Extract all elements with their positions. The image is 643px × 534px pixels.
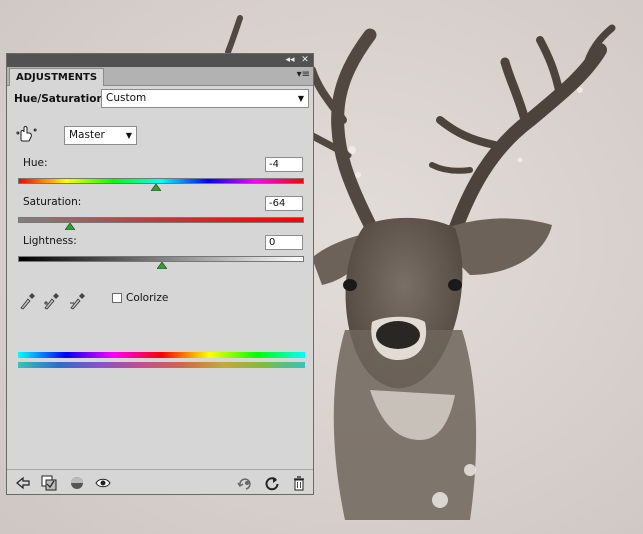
trash-icon[interactable]	[291, 475, 307, 491]
eyedropper-icon[interactable]	[19, 292, 35, 310]
hue-value-field[interactable]: -4	[265, 157, 303, 172]
panel-bottom-toolbar	[7, 469, 313, 496]
clip-to-layer-icon[interactable]	[41, 475, 57, 491]
output-color-bar	[18, 362, 305, 368]
preset-dropdown[interactable]: Custom ▼	[101, 89, 309, 108]
saturation-label: Saturation:	[23, 196, 82, 208]
panel-tabbar: ADJUSTMENTS ▾≡	[7, 67, 313, 86]
eye-icon[interactable]	[95, 475, 111, 491]
lightness-slider-thumb[interactable]	[157, 262, 167, 269]
channel-dropdown[interactable]: Master ▼	[64, 126, 137, 145]
hue-label: Hue:	[23, 157, 48, 169]
view-previous-icon[interactable]	[237, 475, 253, 491]
saturation-slider-thumb[interactable]	[65, 223, 75, 230]
collapse-icon[interactable]: ◂◂	[283, 54, 297, 67]
hue-slider-track[interactable]	[18, 178, 304, 184]
adjustment-title: Hue/Saturation	[14, 93, 104, 105]
colorize-label: Colorize	[126, 292, 169, 304]
adjustments-panel: ◂◂ ✕ ADJUSTMENTS ▾≡ Hue/Saturation Custo…	[6, 53, 314, 495]
lightness-label: Lightness:	[23, 235, 77, 247]
saturation-value-field[interactable]: -64	[265, 196, 303, 211]
hue-slider-thumb[interactable]	[151, 184, 161, 191]
back-arrow-icon[interactable]	[15, 475, 31, 491]
input-color-bar	[18, 352, 305, 358]
chevron-down-icon: ▼	[125, 131, 132, 140]
preset-value: Custom	[106, 92, 147, 104]
chevron-down-icon: ▼	[297, 94, 304, 103]
saturation-slider-track[interactable]	[18, 217, 304, 223]
colorize-checkbox[interactable]	[112, 293, 122, 303]
previous-state-icon[interactable]	[69, 475, 85, 491]
eyedropper-plus-icon[interactable]	[43, 292, 61, 310]
panel-titlebar[interactable]: ◂◂ ✕	[7, 54, 313, 67]
hand-finger-icon[interactable]	[15, 124, 37, 144]
reset-icon[interactable]	[264, 475, 280, 491]
close-icon[interactable]: ✕	[299, 54, 311, 67]
panel-menu-icon[interactable]: ▾≡	[297, 69, 310, 80]
tab-adjustments[interactable]: ADJUSTMENTS	[9, 68, 105, 86]
lightness-value-field[interactable]: 0	[265, 235, 303, 250]
eyedropper-minus-icon[interactable]	[69, 292, 87, 310]
channel-value: Master	[69, 129, 105, 141]
